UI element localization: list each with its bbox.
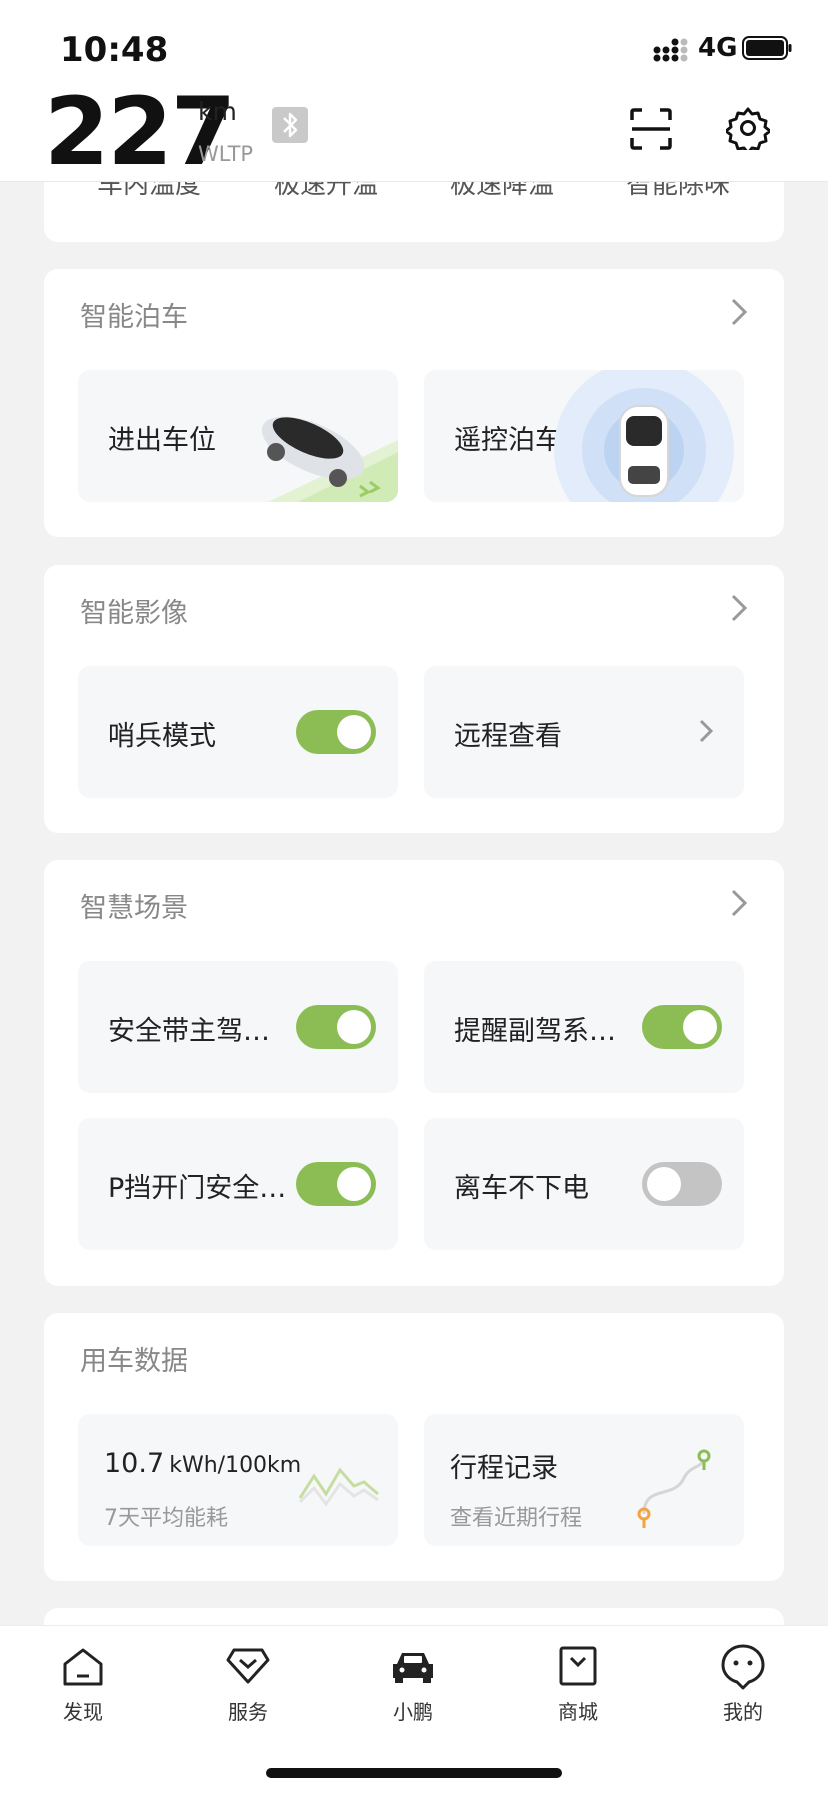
remote-view-tile[interactable]: 远程查看 <box>424 666 744 798</box>
tile-label: 进出车位 <box>108 425 216 456</box>
nav-label: 服务 <box>228 1700 268 1724</box>
nav-item-shop[interactable]: 商城 <box>528 1642 628 1725</box>
energy-label: 7天平均能耗 <box>104 1506 228 1531</box>
range-unit: km <box>198 97 237 126</box>
nav-item-service[interactable]: 服务 <box>198 1642 298 1725</box>
signal-icon <box>653 38 688 62</box>
toggle-knob <box>647 1167 681 1201</box>
home-icon <box>63 1648 103 1686</box>
nav-label: 小鹏 <box>393 1700 433 1724</box>
scene-tile-p-gear-door: P挡开门安全… <box>78 1118 398 1250</box>
smart-parking-card: 智能泊车 进出车位 遥控泊车 <box>44 269 784 537</box>
bluetooth-icon[interactable] <box>272 107 308 143</box>
tile-label: P挡开门安全… <box>108 1173 287 1204</box>
energy-consumption-tile[interactable]: 10.7 kWh/100km 7天平均能耗 <box>78 1414 398 1546</box>
tile-label: 安全带主驾… <box>108 1016 270 1047</box>
scene-tile-seatbelt-driver: 安全带主驾… <box>78 961 398 1093</box>
nav-label: 发现 <box>63 1700 103 1724</box>
toggle-knob <box>337 715 371 749</box>
route-icon <box>637 1449 711 1528</box>
chevron-right-icon[interactable] <box>730 593 748 623</box>
scene-toggle[interactable] <box>296 1162 376 1206</box>
sentry-mode-toggle[interactable] <box>296 710 376 754</box>
home-indicator[interactable] <box>266 1768 562 1778</box>
scan-icon[interactable] <box>630 108 672 150</box>
energy-value: 10.7 <box>104 1448 165 1479</box>
range-standard: WLTP <box>198 142 254 166</box>
chevron-right-icon[interactable] <box>730 297 748 327</box>
chevron-right-icon[interactable] <box>730 888 748 918</box>
scene-tile-remind-passenger: 提醒副驾系… <box>424 961 744 1093</box>
card-title[interactable]: 智能泊车 <box>80 295 188 334</box>
smart-imaging-card: 智能影像 哨兵模式 远程查看 <box>44 565 784 833</box>
sentry-mode-tile: 哨兵模式 <box>78 666 398 798</box>
service-icon <box>226 1648 270 1684</box>
remote-parking-illustration <box>554 370 734 502</box>
tile-label: 提醒副驾系… <box>454 1016 616 1047</box>
scene-toggle[interactable] <box>642 1005 722 1049</box>
car-icon <box>393 1653 433 1683</box>
status-time: 10:48 <box>60 30 169 70</box>
scene-tile-keep-power: 离车不下电 <box>424 1118 744 1250</box>
chevron-right-icon <box>699 719 714 743</box>
nav-label: 商城 <box>558 1700 598 1724</box>
tile-label: 离车不下电 <box>454 1173 589 1204</box>
toggle-knob <box>683 1010 717 1044</box>
trip-record-tile[interactable]: 行程记录 查看近期行程 <box>424 1414 744 1546</box>
car-parking-illustration <box>261 416 398 502</box>
tile-label: 哨兵模式 <box>108 721 216 752</box>
smart-scenes-card: 智慧场景 安全带主驾… 提醒副驾系… P挡开门安全… 离车不下电 <box>44 860 784 1286</box>
scene-toggle[interactable] <box>642 1162 722 1206</box>
park-in-out-tile[interactable]: 进出车位 <box>78 370 398 502</box>
battery-icon <box>742 36 792 60</box>
profile-icon <box>721 1644 765 1690</box>
energy-trend-icon <box>298 1467 379 1507</box>
shop-icon <box>559 1646 597 1686</box>
toggle-knob <box>337 1010 371 1044</box>
energy-unit: kWh/100km <box>169 1453 302 1478</box>
nav-label: 我的 <box>723 1700 763 1724</box>
network-type: 4G <box>698 33 738 63</box>
card-title[interactable]: 智慧场景 <box>80 886 188 925</box>
toggle-knob <box>337 1167 371 1201</box>
settings-gear-icon[interactable] <box>726 106 770 150</box>
bottom-navigation: 发现 服务 小鹏 商城 我的 <box>0 1625 828 1793</box>
nav-item-xpeng[interactable]: 小鹏 <box>363 1642 463 1725</box>
tile-label: 远程查看 <box>454 721 562 752</box>
trip-subtitle: 查看近期行程 <box>450 1506 583 1531</box>
remote-parking-tile[interactable]: 遥控泊车 <box>424 370 744 502</box>
nav-item-discover[interactable]: 发现 <box>33 1642 133 1725</box>
energy-value-row: 10.7 kWh/100km <box>104 1448 301 1479</box>
usage-data-card: 用车数据 10.7 kWh/100km 7天平均能耗 行程记录 查看近期行程 <box>44 1313 784 1581</box>
scene-toggle[interactable] <box>296 1005 376 1049</box>
card-title: 用车数据 <box>80 1346 188 1377</box>
top-header: 10:48 4G 227 km WLTP <box>0 0 828 182</box>
card-title[interactable]: 智能影像 <box>80 591 188 630</box>
trip-title: 行程记录 <box>450 1453 558 1484</box>
nav-item-profile[interactable]: 我的 <box>693 1642 793 1725</box>
